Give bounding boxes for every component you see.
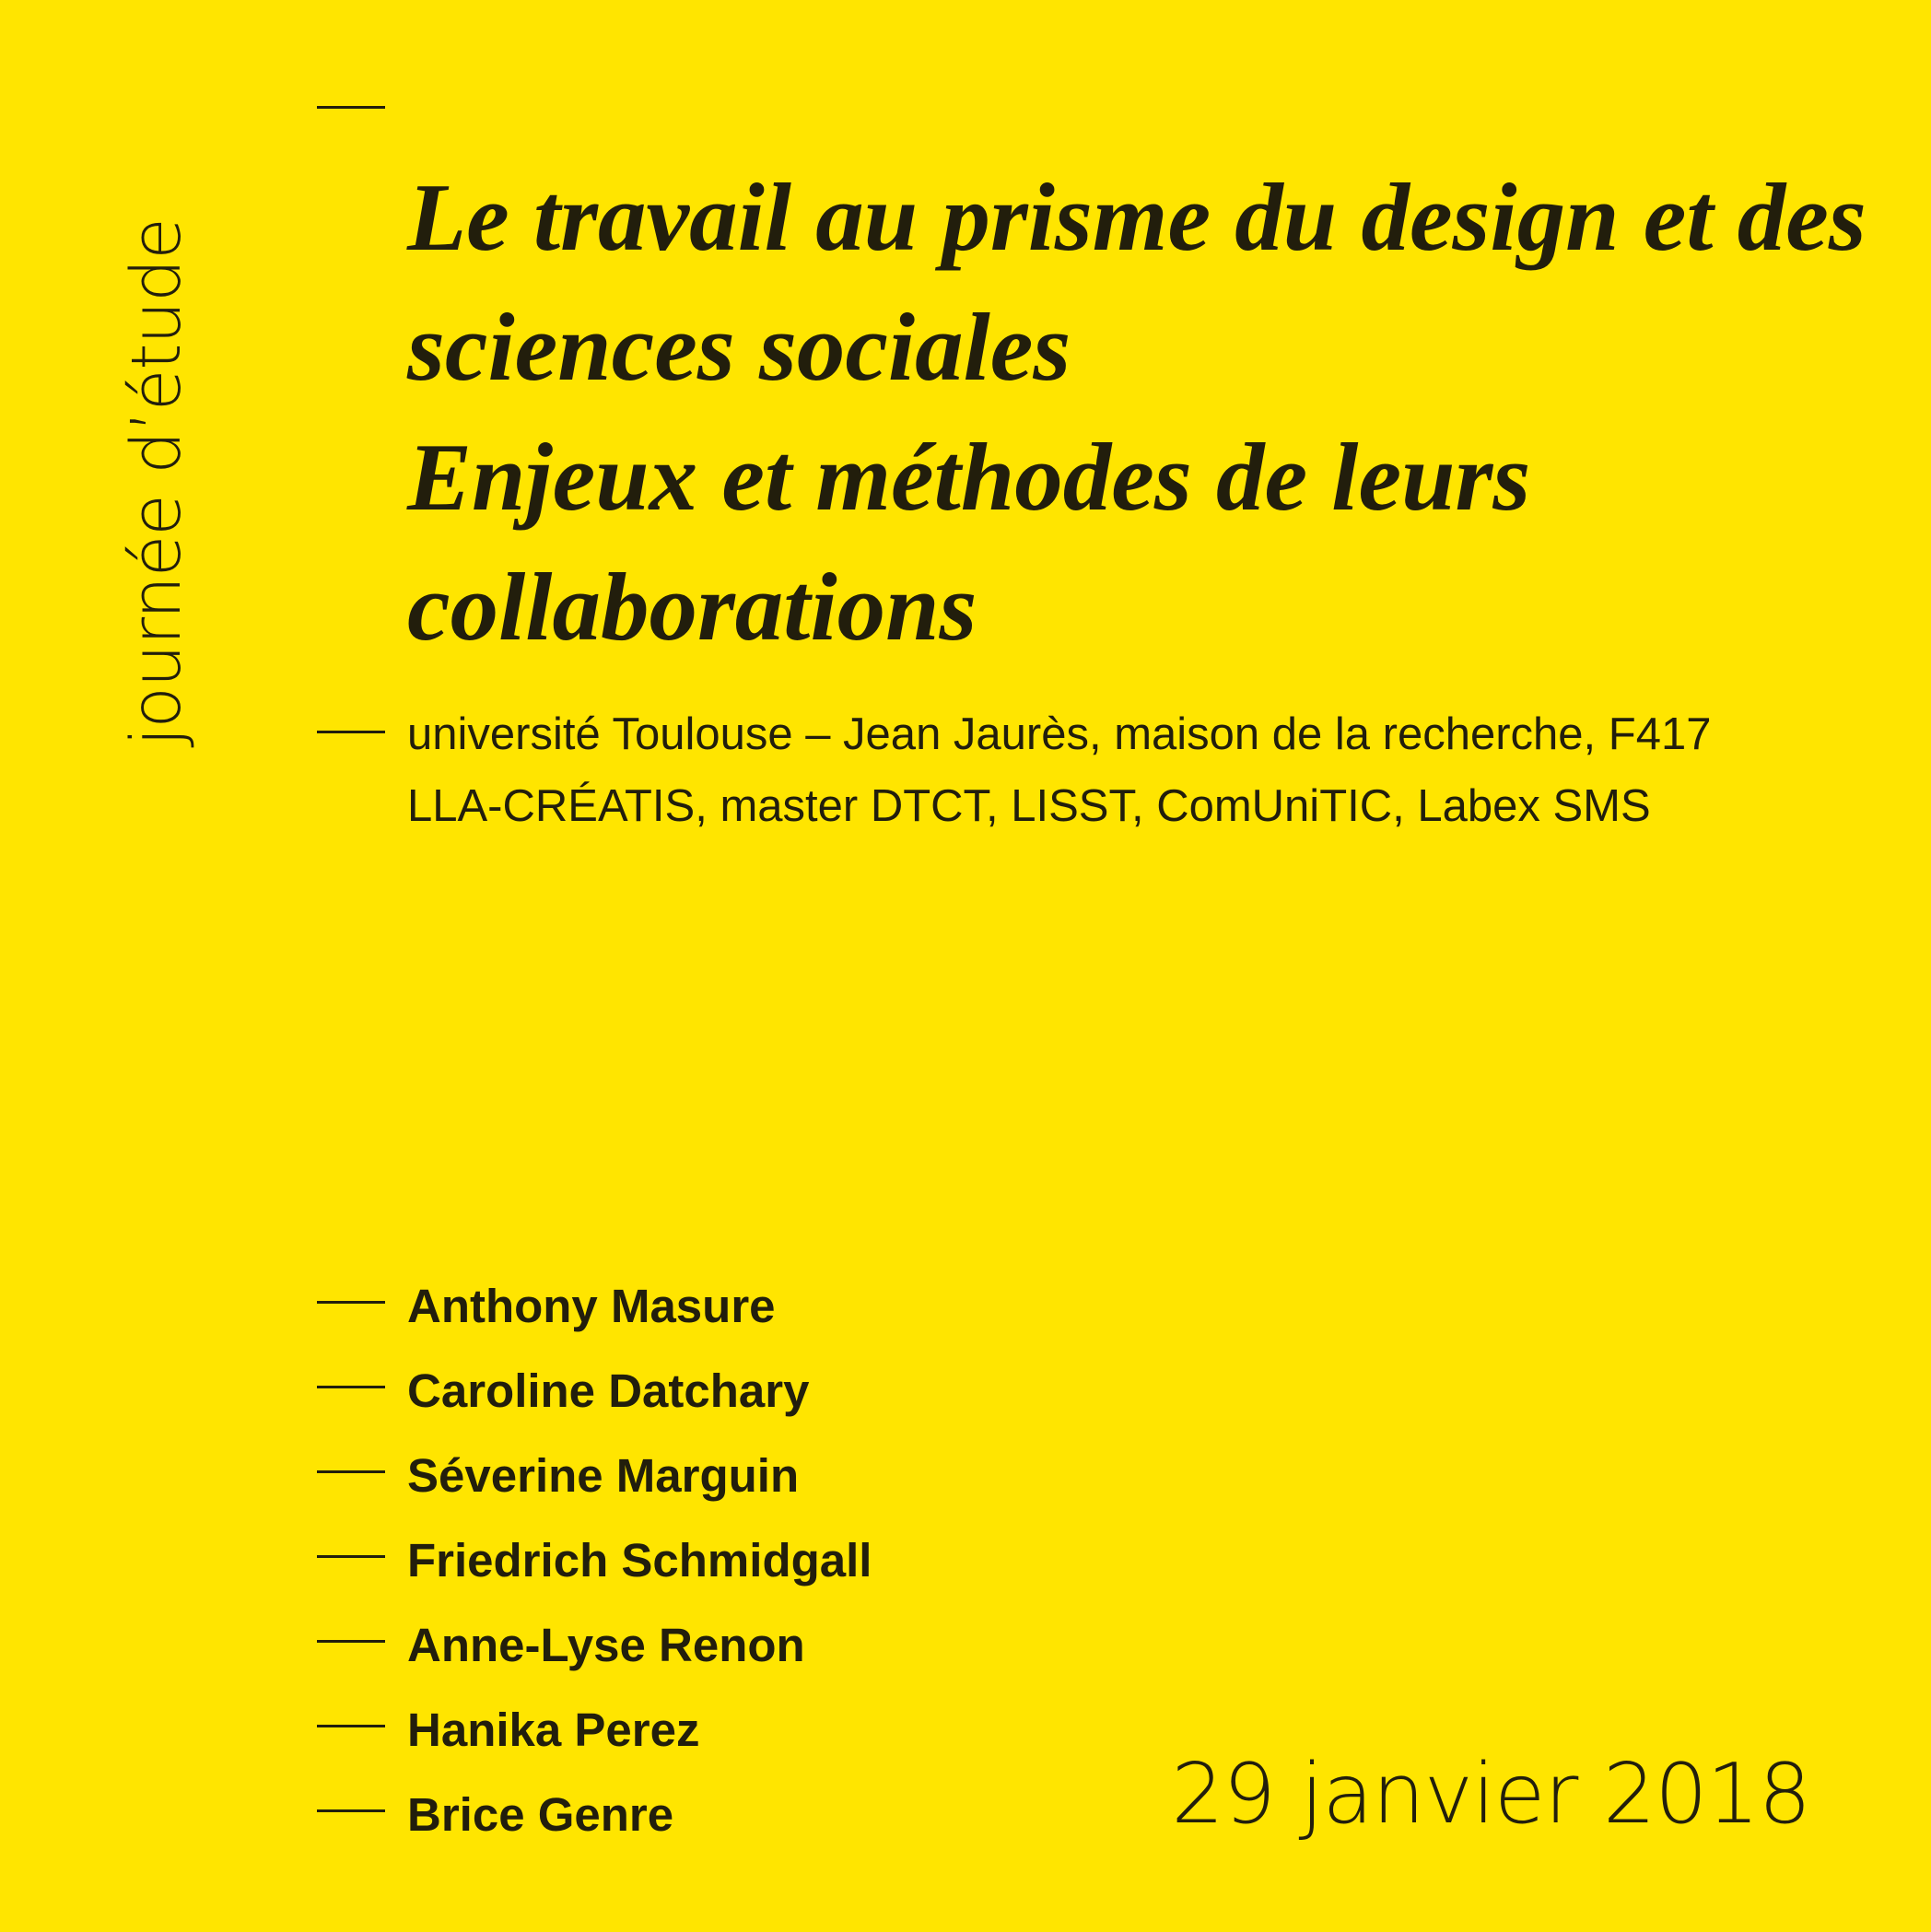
- speaker-name: Caroline Datchary: [407, 1364, 810, 1417]
- venue-organizers: LLA-CRÉATIS, master DTCT, LISST, ComUniT…: [407, 781, 1651, 831]
- event-type-label: journée d’étude: [117, 218, 196, 746]
- speaker-dash: [317, 1386, 385, 1388]
- speaker-name: Anthony Masure: [407, 1280, 776, 1332]
- speaker-dash: [317, 1301, 385, 1304]
- speaker-name: Hanika Perez: [407, 1704, 700, 1756]
- venue-dash: [317, 731, 385, 733]
- speaker-list: Anthony Masure Caroline Datchary Séverin…: [407, 1264, 872, 1857]
- speaker-name: Anne-Lyse Renon: [407, 1619, 805, 1671]
- venue-block: université Toulouse – Jean Jaurès, maiso…: [407, 698, 1900, 842]
- page-subtitle: Enjeux et méthodes de leurs collaboratio…: [407, 423, 1531, 661]
- speaker-dash: [317, 1809, 385, 1812]
- speaker-dash: [317, 1725, 385, 1727]
- venue-location: université Toulouse – Jean Jaurès, maiso…: [407, 709, 1712, 759]
- speaker-dash: [317, 1470, 385, 1473]
- speaker-name: Friedrich Schmidgall: [407, 1534, 872, 1587]
- title-block: Le travail au prisme du design et des sc…: [407, 152, 1900, 672]
- speaker-dash: [317, 1640, 385, 1643]
- title-dash: [317, 106, 385, 109]
- event-date: 29 janvier 2018: [1171, 1746, 1811, 1843]
- speaker-dash: [317, 1555, 385, 1558]
- speaker-name: Séverine Marguin: [407, 1449, 800, 1502]
- speaker-name: Brice Genre: [407, 1788, 674, 1841]
- page-title: Le travail au prisme du design et des sc…: [407, 163, 1867, 401]
